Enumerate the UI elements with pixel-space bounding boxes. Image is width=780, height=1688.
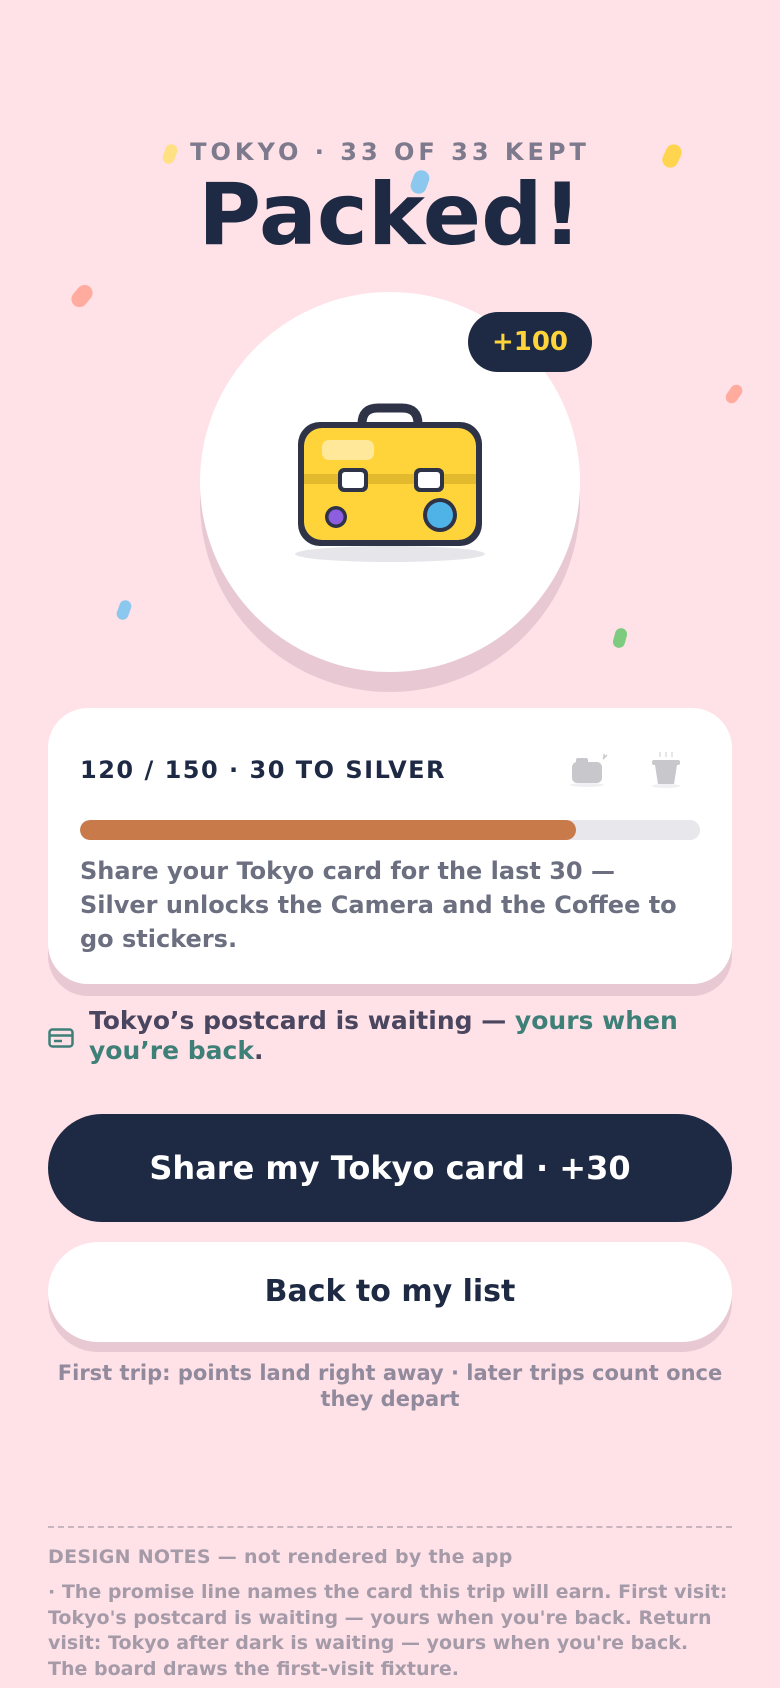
confetti-salmon	[68, 281, 96, 311]
suitcase-icon	[295, 403, 485, 562]
postcard-promise: Tokyo’s postcard is waiting — yours when…	[48, 1006, 732, 1076]
design-notes-heading: DESIGN NOTES — not rendered by the app	[48, 1546, 513, 1568]
confetti-green	[611, 626, 629, 650]
back-to-list-button[interactable]: Back to my list	[48, 1242, 732, 1342]
design-notes-divider	[48, 1526, 732, 1528]
page-title: Packed!	[198, 165, 582, 265]
progress-label: 120 / 150 · 30 TO SILVER	[80, 756, 447, 784]
progress-bar	[80, 820, 700, 840]
camera-icon	[570, 754, 608, 787]
share-card-button[interactable]: Share my Tokyo card · +30	[48, 1114, 732, 1222]
promise-lead: Tokyo’s postcard is waiting —	[89, 1006, 515, 1035]
progress-description: Share your Tokyo card for the last 30 — …	[80, 857, 677, 953]
progress-card: 120 / 150 · 30 TO SILVER Share your Toky…	[48, 708, 732, 984]
coffee-cup-icon	[652, 752, 680, 788]
postcard-icon	[48, 1028, 74, 1048]
confetti-salmon	[723, 382, 745, 406]
points-badge: +100	[468, 312, 592, 372]
points-footnote: First trip: points land right away · lat…	[57, 1361, 723, 1411]
confetti-blue	[114, 598, 134, 622]
promise-text: Tokyo’s postcard is waiting — yours when…	[89, 1006, 732, 1066]
design-notes-body: · The promise line names the card this t…	[48, 1581, 728, 1680]
progress-bar-fill	[80, 820, 576, 840]
promise-end: .	[253, 1036, 264, 1065]
